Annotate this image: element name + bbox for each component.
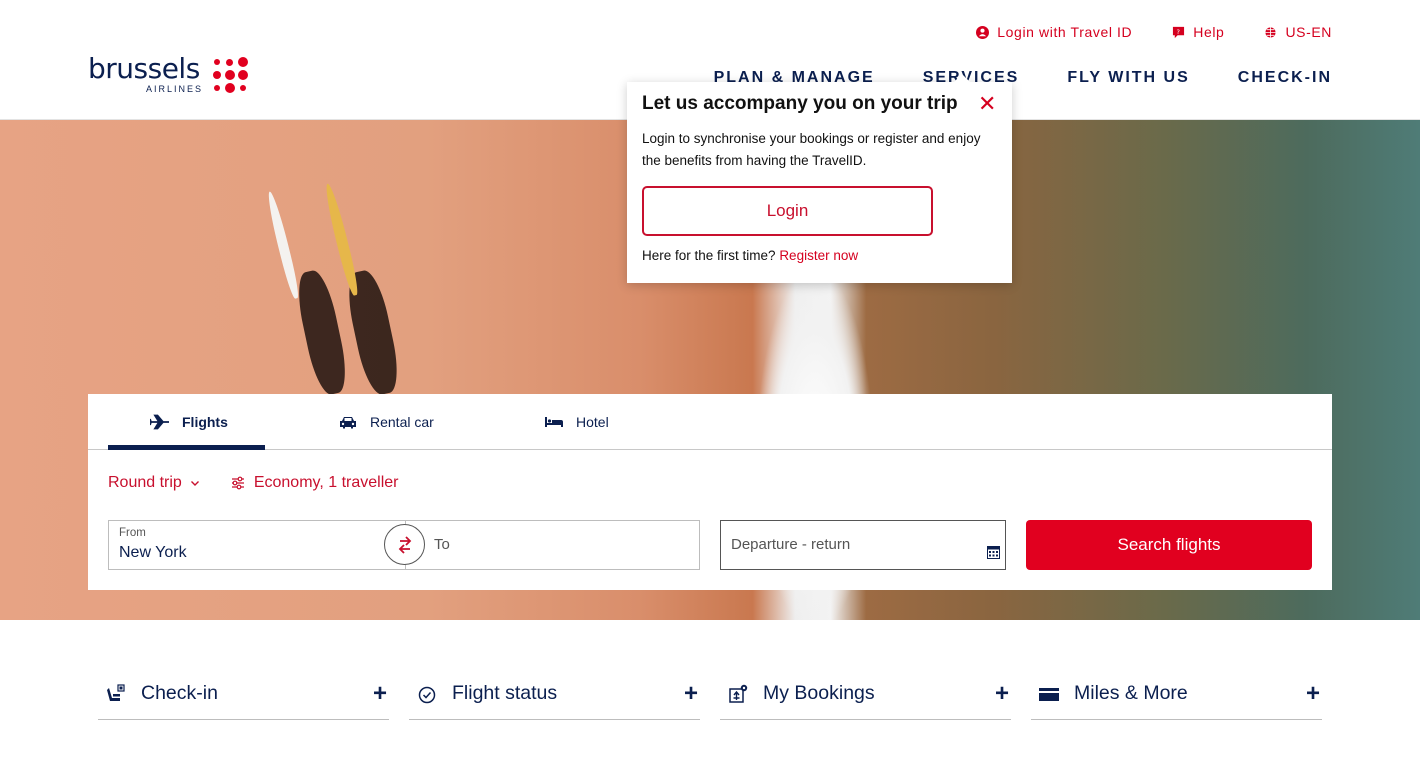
bed-icon: [545, 417, 563, 427]
travel-id-login-popup: Let us accompany you on your trip ✕ Logi…: [627, 74, 1012, 283]
cabin-travellers-label: Economy, 1 traveller: [253, 474, 399, 491]
close-icon[interactable]: ✕: [978, 93, 996, 115]
plus-icon: +: [994, 680, 1009, 707]
tab-hotel[interactable]: Hotel: [544, 394, 609, 450]
search-flights-button[interactable]: Search flights: [1026, 520, 1312, 570]
booking-panel: Flights Rental car Hotel Round trip Econ…: [88, 394, 1332, 590]
dates-placeholder: Departure - return: [731, 536, 851, 553]
seat-checkin-icon: [107, 684, 125, 701]
user-circle-icon: [976, 25, 990, 39]
from-label: From: [119, 527, 146, 539]
departure-return-field[interactable]: Departure - return: [720, 520, 1006, 570]
plus-icon: +: [372, 680, 387, 707]
clock-check-icon: [418, 686, 436, 704]
hero-surfboard: [322, 182, 361, 297]
plus-icon: +: [1305, 680, 1320, 707]
first-time-text: Here for the first time?: [642, 248, 776, 263]
booking-ticket-icon: [729, 684, 748, 703]
tab-rental-car[interactable]: Rental car: [338, 394, 434, 450]
hero-surfboard: [264, 190, 302, 300]
logo-dots-icon: [212, 56, 252, 96]
tab-hotel-label: Hotel: [576, 414, 609, 430]
hero-surfer-shadow: [292, 267, 352, 398]
nav-fly-with-us[interactable]: FLY WITH US: [1067, 69, 1189, 87]
cabin-travellers-selector[interactable]: Economy, 1 traveller: [230, 474, 399, 492]
to-field[interactable]: To: [405, 520, 700, 570]
popup-description: Login to synchronise your bookings or re…: [642, 131, 981, 168]
plus-icon: +: [683, 680, 698, 707]
quick-link-check-in[interactable]: Check-in +: [98, 670, 389, 720]
popup-login-button[interactable]: Login: [642, 186, 933, 236]
check-in-label: Check-in: [141, 682, 218, 704]
nav-check-in[interactable]: CHECK-IN: [1238, 69, 1332, 87]
airplane-icon: [150, 414, 169, 430]
flight-status-label: Flight status: [452, 682, 558, 704]
chevron-down-icon: [190, 481, 199, 486]
tab-rental-car-label: Rental car: [370, 414, 434, 430]
trip-type-dropdown[interactable]: Round trip: [108, 474, 200, 492]
popup-title: Let us accompany you on your trip: [642, 93, 958, 114]
tab-flights-label: Flights: [182, 414, 228, 430]
swap-arrows-icon: [398, 535, 411, 554]
register-now-link[interactable]: Register now: [779, 248, 858, 263]
miles-more-label: Miles & More: [1074, 682, 1188, 704]
language-selector[interactable]: US-EN: [1264, 24, 1332, 40]
to-placeholder: To: [434, 536, 450, 553]
popup-register-prompt: Here for the first time? Register now: [642, 248, 858, 263]
globe-icon: [1265, 26, 1277, 38]
brussels-airlines-logo[interactable]: brussels AIRLINES: [88, 52, 258, 98]
trip-type-label: Round trip: [108, 474, 182, 491]
login-travel-id-label: Login with Travel ID: [997, 24, 1133, 40]
help-label: Help: [1193, 24, 1225, 40]
logo-wordmark: brussels: [88, 52, 200, 85]
utility-nav: Login with Travel ID ? Help US-EN: [976, 24, 1332, 40]
my-bookings-label: My Bookings: [763, 682, 875, 704]
quick-link-miles-more[interactable]: Miles & More +: [1031, 670, 1322, 720]
quick-link-flight-status[interactable]: Flight status +: [409, 670, 700, 720]
language-label: US-EN: [1285, 24, 1332, 40]
sliders-icon: [231, 476, 244, 490]
flight-options: Round trip Economy, 1 traveller: [108, 474, 398, 492]
from-value: New York: [119, 544, 187, 561]
card-icon: [1039, 688, 1059, 701]
help-link[interactable]: ? Help: [1172, 24, 1224, 40]
quick-link-my-bookings[interactable]: My Bookings +: [720, 670, 1011, 720]
help-chat-icon: ?: [1173, 26, 1185, 38]
booking-tabs: Flights Rental car Hotel: [88, 394, 1332, 450]
logo-subtitle: AIRLINES: [146, 84, 204, 94]
active-tab-indicator: [108, 445, 265, 450]
swap-airports-button[interactable]: [384, 524, 425, 565]
from-field[interactable]: From New York: [108, 520, 405, 570]
login-travel-id-link[interactable]: Login with Travel ID: [976, 24, 1132, 40]
tab-flights[interactable]: Flights: [150, 394, 228, 450]
car-icon: [340, 417, 356, 429]
svg-text:?: ?: [1177, 27, 1181, 35]
calendar-icon[interactable]: [987, 545, 1000, 559]
